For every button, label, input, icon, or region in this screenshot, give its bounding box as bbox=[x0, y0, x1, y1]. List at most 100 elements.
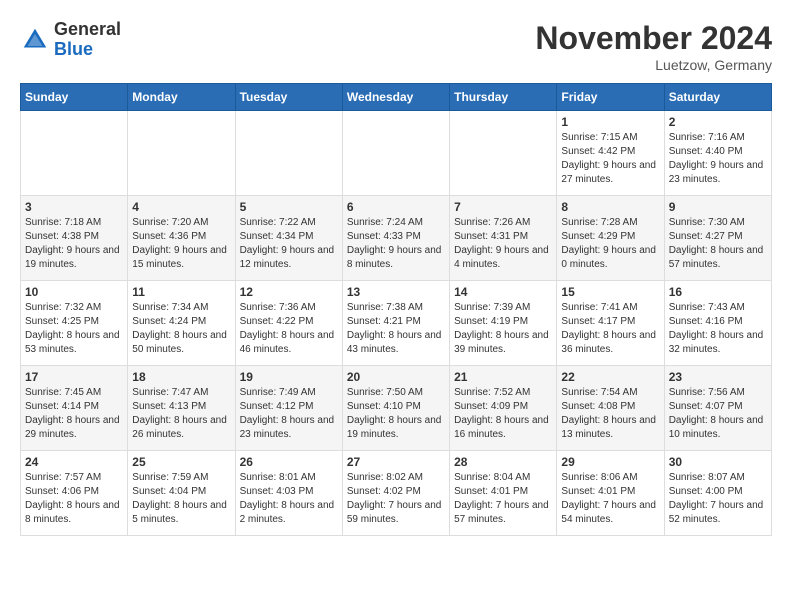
day-info: Sunrise: 8:04 AM Sunset: 4:01 PM Dayligh… bbox=[454, 471, 552, 527]
calendar-table: SundayMondayTuesdayWednesdayThursdayFrid… bbox=[20, 83, 772, 536]
weekday-header-sunday: Sunday bbox=[21, 84, 128, 111]
day-number: 20 bbox=[347, 370, 445, 384]
calendar-cell bbox=[342, 111, 449, 196]
calendar-cell: 12 Sunrise: 7:36 AM Sunset: 4:22 PM Dayli… bbox=[235, 281, 342, 366]
calendar-cell: 19Sunrise: 7:49 AM Sunset: 4:12 PM Dayli… bbox=[235, 366, 342, 451]
day-info: Sunrise: 7:45 AM Sunset: 4:14 PM Dayligh… bbox=[25, 386, 123, 442]
calendar-cell: 20 Sunrise: 7:50 AM Sunset: 4:10 PM Dayli… bbox=[342, 366, 449, 451]
weekday-header-friday: Friday bbox=[557, 84, 664, 111]
title-area: November 2024 Luetzow, Germany bbox=[535, 20, 772, 73]
day-number: 4 bbox=[132, 200, 230, 214]
weekday-header-thursday: Thursday bbox=[450, 84, 557, 111]
calendar-cell: 22 Sunrise: 7:54 AM Sunset: 4:08 PM Dayli… bbox=[557, 366, 664, 451]
day-info: Sunrise: 7:20 AM Sunset: 4:36 PM Dayligh… bbox=[132, 216, 230, 272]
day-info: Sunrise: 7:22 AM Sunset: 4:34 PM Dayligh… bbox=[240, 216, 338, 272]
day-info: Sunrise: 7:15 AM Sunset: 4:42 PM Dayligh… bbox=[561, 131, 659, 187]
calendar-cell: 23Sunrise: 7:56 AM Sunset: 4:07 PM Dayli… bbox=[664, 366, 771, 451]
calendar-cell bbox=[235, 111, 342, 196]
day-number: 11 bbox=[132, 285, 230, 299]
day-number: 25 bbox=[132, 455, 230, 469]
weekday-header-monday: Monday bbox=[128, 84, 235, 111]
day-info: Sunrise: 7:28 AM Sunset: 4:29 PM Dayligh… bbox=[561, 216, 659, 272]
calendar-cell: 30Sunrise: 8:07 AM Sunset: 4:00 PM Dayli… bbox=[664, 451, 771, 536]
calendar-cell bbox=[21, 111, 128, 196]
calendar-cell: 9 Sunrise: 7:30 AM Sunset: 4:27 PM Daylig… bbox=[664, 196, 771, 281]
day-number: 8 bbox=[561, 200, 659, 214]
day-number: 27 bbox=[347, 455, 445, 469]
day-number: 2 bbox=[669, 115, 767, 129]
calendar-cell: 17 Sunrise: 7:45 AM Sunset: 4:14 PM Dayli… bbox=[21, 366, 128, 451]
day-number: 5 bbox=[240, 200, 338, 214]
day-number: 6 bbox=[347, 200, 445, 214]
weekday-header-wednesday: Wednesday bbox=[342, 84, 449, 111]
day-number: 12 bbox=[240, 285, 338, 299]
calendar-cell: 13Sunrise: 7:38 AM Sunset: 4:21 PM Dayli… bbox=[342, 281, 449, 366]
logo-general: General bbox=[54, 20, 121, 40]
day-number: 14 bbox=[454, 285, 552, 299]
day-number: 16 bbox=[669, 285, 767, 299]
calendar-cell bbox=[128, 111, 235, 196]
day-info: Sunrise: 7:32 AM Sunset: 4:25 PM Dayligh… bbox=[25, 301, 123, 357]
day-info: Sunrise: 7:50 AM Sunset: 4:10 PM Dayligh… bbox=[347, 386, 445, 442]
day-number: 28 bbox=[454, 455, 552, 469]
day-number: 17 bbox=[25, 370, 123, 384]
calendar-cell: 1 Sunrise: 7:15 AM Sunset: 4:42 PM Daylig… bbox=[557, 111, 664, 196]
day-info: Sunrise: 7:41 AM Sunset: 4:17 PM Dayligh… bbox=[561, 301, 659, 357]
logo-blue: Blue bbox=[54, 40, 121, 60]
day-number: 13 bbox=[347, 285, 445, 299]
day-info: Sunrise: 7:16 AM Sunset: 4:40 PM Dayligh… bbox=[669, 131, 767, 187]
day-number: 3 bbox=[25, 200, 123, 214]
day-number: 21 bbox=[454, 370, 552, 384]
day-number: 7 bbox=[454, 200, 552, 214]
calendar-cell: 11 Sunrise: 7:34 AM Sunset: 4:24 PM Dayli… bbox=[128, 281, 235, 366]
day-info: Sunrise: 7:47 AM Sunset: 4:13 PM Dayligh… bbox=[132, 386, 230, 442]
logo: General Blue bbox=[20, 20, 121, 60]
weekday-header-saturday: Saturday bbox=[664, 84, 771, 111]
calendar-cell: 3Sunrise: 7:18 AM Sunset: 4:38 PM Daylig… bbox=[21, 196, 128, 281]
day-info: Sunrise: 7:57 AM Sunset: 4:06 PM Dayligh… bbox=[25, 471, 123, 527]
day-info: Sunrise: 7:56 AM Sunset: 4:07 PM Dayligh… bbox=[669, 386, 767, 442]
day-number: 18 bbox=[132, 370, 230, 384]
calendar-week-3: 10 Sunrise: 7:32 AM Sunset: 4:25 PM Dayli… bbox=[21, 281, 772, 366]
logo-icon bbox=[20, 25, 50, 55]
calendar-cell: 14 Sunrise: 7:39 AM Sunset: 4:19 PM Dayli… bbox=[450, 281, 557, 366]
calendar-cell: 2 Sunrise: 7:16 AM Sunset: 4:40 PM Daylig… bbox=[664, 111, 771, 196]
day-info: Sunrise: 7:52 AM Sunset: 4:09 PM Dayligh… bbox=[454, 386, 552, 442]
day-info: Sunrise: 8:06 AM Sunset: 4:01 PM Dayligh… bbox=[561, 471, 659, 527]
day-number: 9 bbox=[669, 200, 767, 214]
calendar-cell: 5 Sunrise: 7:22 AM Sunset: 4:34 PM Daylig… bbox=[235, 196, 342, 281]
day-info: Sunrise: 7:36 AM Sunset: 4:22 PM Dayligh… bbox=[240, 301, 338, 357]
calendar-cell: 27Sunrise: 8:02 AM Sunset: 4:02 PM Dayli… bbox=[342, 451, 449, 536]
weekday-header-row: SundayMondayTuesdayWednesdayThursdayFrid… bbox=[21, 84, 772, 111]
calendar-cell: 15 Sunrise: 7:41 AM Sunset: 4:17 PM Dayli… bbox=[557, 281, 664, 366]
calendar-week-4: 17 Sunrise: 7:45 AM Sunset: 4:14 PM Dayli… bbox=[21, 366, 772, 451]
calendar-cell: 7Sunrise: 7:26 AM Sunset: 4:31 PM Daylig… bbox=[450, 196, 557, 281]
calendar-cell: 6 Sunrise: 7:24 AM Sunset: 4:33 PM Daylig… bbox=[342, 196, 449, 281]
weekday-header-tuesday: Tuesday bbox=[235, 84, 342, 111]
day-number: 15 bbox=[561, 285, 659, 299]
day-number: 1 bbox=[561, 115, 659, 129]
day-info: Sunrise: 7:30 AM Sunset: 4:27 PM Dayligh… bbox=[669, 216, 767, 272]
calendar-week-1: 1 Sunrise: 7:15 AM Sunset: 4:42 PM Daylig… bbox=[21, 111, 772, 196]
day-info: Sunrise: 7:24 AM Sunset: 4:33 PM Dayligh… bbox=[347, 216, 445, 272]
day-number: 22 bbox=[561, 370, 659, 384]
calendar-week-5: 24Sunrise: 7:57 AM Sunset: 4:06 PM Dayli… bbox=[21, 451, 772, 536]
month-title: November 2024 bbox=[535, 20, 772, 57]
calendar-week-2: 3Sunrise: 7:18 AM Sunset: 4:38 PM Daylig… bbox=[21, 196, 772, 281]
calendar-cell bbox=[450, 111, 557, 196]
calendar-cell: 25 Sunrise: 7:59 AM Sunset: 4:04 PM Dayli… bbox=[128, 451, 235, 536]
day-number: 29 bbox=[561, 455, 659, 469]
day-info: Sunrise: 7:54 AM Sunset: 4:08 PM Dayligh… bbox=[561, 386, 659, 442]
calendar-cell: 29 Sunrise: 8:06 AM Sunset: 4:01 PM Dayli… bbox=[557, 451, 664, 536]
calendar-cell: 16Sunrise: 7:43 AM Sunset: 4:16 PM Dayli… bbox=[664, 281, 771, 366]
calendar-cell: 18 Sunrise: 7:47 AM Sunset: 4:13 PM Dayli… bbox=[128, 366, 235, 451]
day-info: Sunrise: 7:59 AM Sunset: 4:04 PM Dayligh… bbox=[132, 471, 230, 527]
calendar-cell: 24Sunrise: 7:57 AM Sunset: 4:06 PM Dayli… bbox=[21, 451, 128, 536]
day-info: Sunrise: 7:34 AM Sunset: 4:24 PM Dayligh… bbox=[132, 301, 230, 357]
day-number: 10 bbox=[25, 285, 123, 299]
day-info: Sunrise: 7:39 AM Sunset: 4:19 PM Dayligh… bbox=[454, 301, 552, 357]
day-info: Sunrise: 8:07 AM Sunset: 4:00 PM Dayligh… bbox=[669, 471, 767, 527]
calendar-cell: 21 Sunrise: 7:52 AM Sunset: 4:09 PM Dayli… bbox=[450, 366, 557, 451]
calendar-cell: 8 Sunrise: 7:28 AM Sunset: 4:29 PM Daylig… bbox=[557, 196, 664, 281]
calendar-cell: 28 Sunrise: 8:04 AM Sunset: 4:01 PM Dayli… bbox=[450, 451, 557, 536]
